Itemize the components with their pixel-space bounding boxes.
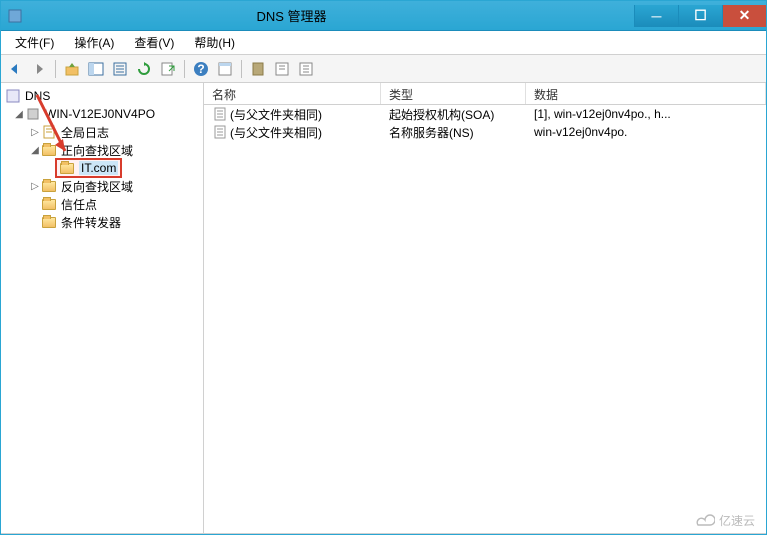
record-row[interactable]: (与父文件夹相同) 起始授权机构(SOA) [1], win-v12ej0nv4…: [204, 105, 766, 123]
list-pane: 名称 类型 数据 (与父文件夹相同) 起始授权机构(SOA) [1], win-…: [204, 83, 766, 533]
tree-label: WIN-V12EJ0NV4PO: [45, 107, 155, 121]
folder-icon: [41, 196, 57, 212]
export-icon[interactable]: [158, 59, 178, 79]
back-button[interactable]: [5, 59, 25, 79]
tree-global-log[interactable]: ▷ 全局日志: [5, 123, 203, 141]
separator: [241, 60, 242, 78]
dns-manager-window: DNS 管理器 ─ ☐ ✕ 文件(F) 操作(A) 查看(V) 帮助(H) ?: [0, 0, 767, 535]
tree-reverse-zones[interactable]: ▷ 反向查找区域: [5, 177, 203, 195]
server-icon: [25, 106, 41, 122]
column-data[interactable]: 数据: [526, 83, 766, 104]
menu-help[interactable]: 帮助(H): [184, 32, 245, 53]
delete-icon[interactable]: [110, 59, 130, 79]
tree-label: 正向查找区域: [61, 142, 133, 159]
tree-label: 反向查找区域: [61, 178, 133, 195]
close-button[interactable]: ✕: [722, 5, 766, 27]
cell-data: [1], win-v12ej0nv4po., h...: [526, 107, 766, 121]
filter-icon[interactable]: [248, 59, 268, 79]
tree-root-dns[interactable]: DNS: [5, 87, 203, 105]
toolbar: ?: [1, 55, 766, 83]
tree-label: 信任点: [61, 196, 97, 213]
dns-icon: [5, 88, 21, 104]
help-icon[interactable]: ?: [191, 59, 211, 79]
watermark: 亿速云: [693, 512, 755, 529]
record-icon: [212, 106, 228, 122]
menu-file[interactable]: 文件(F): [5, 32, 64, 53]
content-area: DNS ◢ WIN-V12EJ0NV4PO ▷ 全局日志 ◢ 正向查找区域 I: [1, 83, 766, 534]
tree-label: 全局日志: [61, 124, 109, 141]
up-icon[interactable]: [62, 59, 82, 79]
forward-button[interactable]: [29, 59, 49, 79]
list-header: 名称 类型 数据: [204, 83, 766, 105]
expand-icon[interactable]: ▷: [29, 181, 41, 192]
record-icon: [212, 124, 228, 140]
properties-icon[interactable]: [215, 59, 235, 79]
menubar: 文件(F) 操作(A) 查看(V) 帮助(H): [1, 31, 766, 55]
cell-type: 起始授权机构(SOA): [381, 106, 526, 123]
window-controls: ─ ☐ ✕: [634, 5, 766, 27]
menu-action[interactable]: 操作(A): [64, 32, 124, 53]
new-zone-icon[interactable]: [272, 59, 292, 79]
tree-label: IT.com: [79, 161, 118, 175]
column-type[interactable]: 类型: [381, 83, 526, 104]
cell-data: win-v12ej0nv4po.: [526, 125, 766, 139]
titlebar: DNS 管理器 ─ ☐ ✕: [1, 1, 766, 31]
column-name[interactable]: 名称: [204, 83, 381, 104]
new-record-icon[interactable]: [296, 59, 316, 79]
record-row[interactable]: (与父文件夹相同) 名称服务器(NS) win-v12ej0nv4po.: [204, 123, 766, 141]
tree-label: 条件转发器: [61, 214, 121, 231]
cell-name: (与父文件夹相同): [230, 106, 322, 123]
tree-label: DNS: [25, 89, 50, 103]
window-title: DNS 管理器: [0, 6, 634, 25]
tree-pane[interactable]: DNS ◢ WIN-V12EJ0NV4PO ▷ 全局日志 ◢ 正向查找区域 I: [1, 83, 204, 533]
svg-text:?: ?: [197, 62, 204, 76]
list-body[interactable]: (与父文件夹相同) 起始授权机构(SOA) [1], win-v12ej0nv4…: [204, 105, 766, 533]
log-icon: [41, 124, 57, 140]
minimize-button[interactable]: ─: [634, 5, 678, 27]
refresh-icon[interactable]: [134, 59, 154, 79]
separator: [184, 60, 185, 78]
folder-icon: [41, 178, 57, 194]
tree-server[interactable]: ◢ WIN-V12EJ0NV4PO: [5, 105, 203, 123]
folder-icon: [41, 142, 57, 158]
tree-trust-points[interactable]: 信任点: [5, 195, 203, 213]
watermark-text: 亿速云: [719, 512, 755, 529]
cell-name: (与父文件夹相同): [230, 124, 322, 141]
collapse-icon[interactable]: ◢: [29, 145, 41, 156]
separator: [55, 60, 56, 78]
tree-zone-it-com[interactable]: IT.com: [5, 159, 203, 177]
tree-conditional-forwarders[interactable]: 条件转发器: [5, 213, 203, 231]
folder-icon: [41, 214, 57, 230]
expand-icon[interactable]: ▷: [29, 127, 41, 138]
zone-icon: [59, 160, 75, 176]
cell-type: 名称服务器(NS): [381, 124, 526, 141]
tree-forward-zones[interactable]: ◢ 正向查找区域: [5, 141, 203, 159]
collapse-icon[interactable]: ◢: [13, 109, 25, 120]
menu-view[interactable]: 查看(V): [124, 32, 184, 53]
maximize-button[interactable]: ☐: [678, 5, 722, 27]
show-hide-tree-icon[interactable]: [86, 59, 106, 79]
